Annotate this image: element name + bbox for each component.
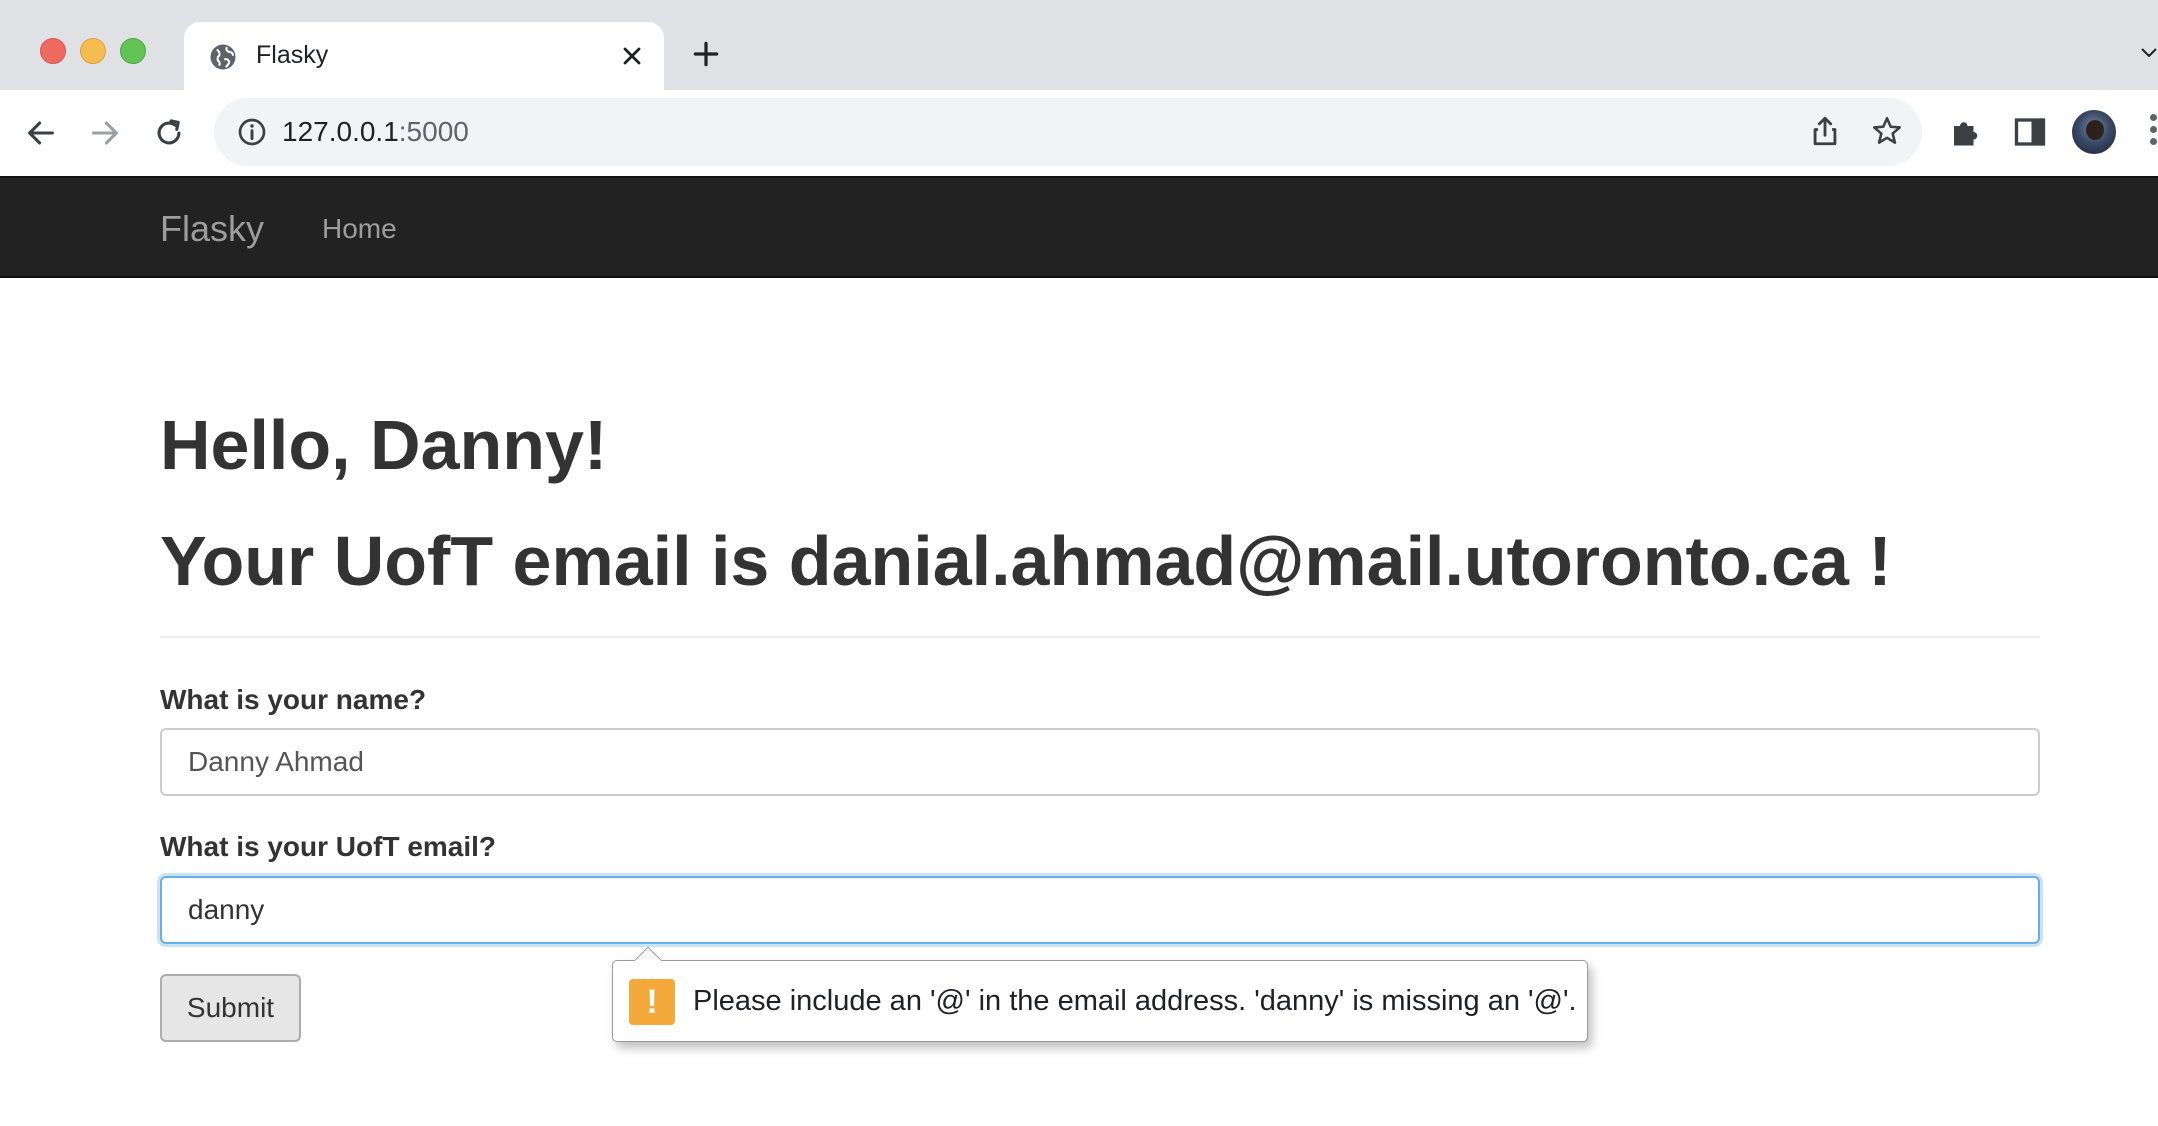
close-window-button[interactable] bbox=[40, 38, 66, 64]
side-panel-icon[interactable] bbox=[2012, 114, 2048, 150]
exclamation-icon: ! bbox=[629, 979, 675, 1025]
email-heading: Your UofT email is danial.ahmad@mail.uto… bbox=[160, 522, 1892, 600]
greeting-heading: Hello, Danny! bbox=[160, 406, 608, 484]
globe-icon bbox=[210, 44, 236, 70]
bookmark-star-icon[interactable] bbox=[1870, 114, 1904, 148]
nav-link-home[interactable]: Home bbox=[322, 213, 397, 245]
navbar-brand[interactable]: Flasky bbox=[160, 208, 264, 250]
email-field-label: What is your UofT email? bbox=[160, 831, 497, 862]
validation-message: Please include an '@' in the email addre… bbox=[693, 985, 1577, 1017]
name-input[interactable]: Danny Ahmad bbox=[160, 728, 2040, 796]
more-menu-icon[interactable] bbox=[2150, 114, 2158, 150]
new-tab-icon[interactable] bbox=[690, 38, 722, 70]
profile-avatar[interactable] bbox=[2072, 110, 2116, 154]
minimize-window-button[interactable] bbox=[80, 38, 106, 64]
tooltip-arrow bbox=[633, 945, 663, 961]
close-tab-icon[interactable] bbox=[618, 42, 646, 70]
submit-button[interactable]: Submit bbox=[160, 974, 301, 1042]
browser-toolbar: 127.0.0.1:5000 bbox=[0, 90, 2158, 176]
extensions-puzzle-icon[interactable] bbox=[1948, 114, 1984, 150]
share-icon[interactable] bbox=[1808, 114, 1842, 148]
url-text: 127.0.0.1:5000 bbox=[282, 116, 469, 148]
url-host: 127.0.0.1 bbox=[282, 116, 399, 147]
email-input[interactable]: danny bbox=[160, 876, 2040, 944]
reload-icon[interactable] bbox=[152, 116, 186, 150]
tab-title: Flasky bbox=[256, 41, 329, 69]
back-arrow-icon[interactable] bbox=[24, 116, 58, 150]
name-field-label: What is your name? bbox=[160, 684, 427, 715]
browser-tab-strip: Flasky bbox=[0, 0, 2158, 90]
maximize-window-button[interactable] bbox=[120, 38, 146, 64]
site-navbar: Flasky Home bbox=[0, 176, 2158, 278]
browser-tab[interactable]: Flasky bbox=[184, 22, 664, 90]
url-port: :5000 bbox=[398, 116, 469, 147]
info-icon[interactable] bbox=[236, 116, 268, 148]
address-bar[interactable]: 127.0.0.1:5000 bbox=[214, 98, 1922, 166]
forward-arrow-icon[interactable] bbox=[88, 116, 122, 150]
validation-tooltip: ! Please include an '@' in the email add… bbox=[612, 960, 1588, 1042]
chevron-down-icon[interactable] bbox=[2140, 44, 2158, 62]
page-header-divider bbox=[160, 636, 2040, 638]
